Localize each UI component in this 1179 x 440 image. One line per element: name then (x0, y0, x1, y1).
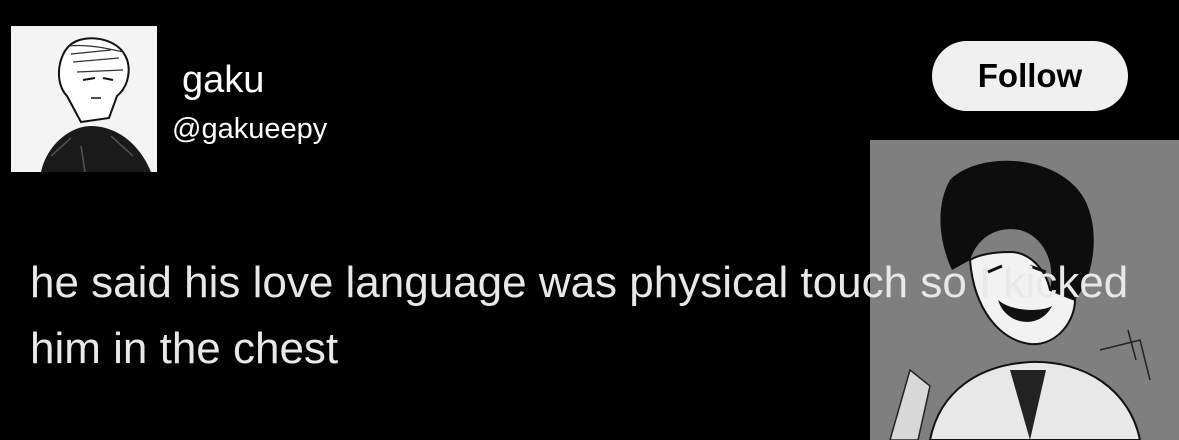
avatar[interactable] (11, 26, 157, 172)
follow-button[interactable]: Follow (932, 41, 1128, 111)
manga-portrait-avatar-icon (11, 26, 157, 172)
tweet-text: he said his love language was physical t… (30, 258, 1129, 373)
display-name[interactable]: gaku (182, 58, 264, 102)
user-handle[interactable]: @gakueepy (172, 112, 327, 146)
